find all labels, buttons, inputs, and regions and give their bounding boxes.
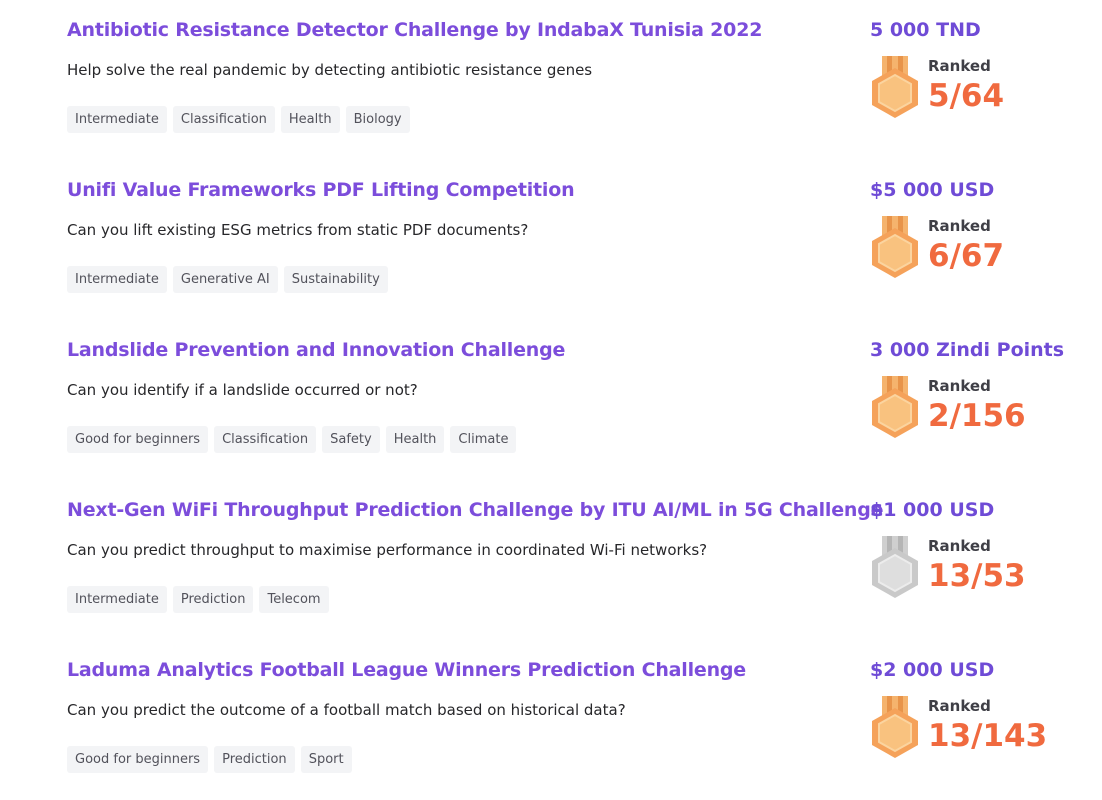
tag-chip[interactable]: Sport xyxy=(300,746,352,773)
rank-value: 13/143 xyxy=(928,718,1048,754)
prize-amount: 5 000 TND xyxy=(870,19,981,41)
bronze-medal-icon xyxy=(870,376,920,438)
ranked-label: Ranked xyxy=(928,217,991,235)
competition-card[interactable]: Laduma Analytics Football League Winners… xyxy=(0,640,1102,800)
competition-description: Can you lift existing ESG metrics from s… xyxy=(67,221,529,239)
tag-list: Good for beginners Prediction Sport xyxy=(67,746,352,773)
tag-list: Intermediate Generative AI Sustainability xyxy=(67,266,388,293)
tag-chip[interactable]: Intermediate xyxy=(67,106,167,133)
tag-chip[interactable]: Biology xyxy=(345,106,410,133)
bronze-medal-icon xyxy=(870,56,920,118)
competition-description: Can you predict throughput to maximise p… xyxy=(67,541,708,559)
prize-amount: 3 000 Zindi Points xyxy=(870,339,1065,361)
tag-chip[interactable]: Prediction xyxy=(172,586,254,613)
ranked-label: Ranked xyxy=(928,377,991,395)
tag-chip[interactable]: Prediction xyxy=(214,746,295,773)
ranked-label: Ranked xyxy=(928,537,991,555)
tag-chip[interactable]: Climate xyxy=(450,426,517,453)
tag-chip[interactable]: Generative AI xyxy=(172,266,278,293)
competition-card[interactable]: Landslide Prevention and Innovation Chal… xyxy=(0,320,1102,480)
tag-chip[interactable]: Intermediate xyxy=(67,266,167,293)
tag-list: Intermediate Prediction Telecom xyxy=(67,586,329,613)
competition-description: Can you identify if a landslide occurred… xyxy=(67,381,418,399)
competition-title-link[interactable]: Next-Gen WiFi Throughput Prediction Chal… xyxy=(67,496,883,524)
tag-chip[interactable]: Classification xyxy=(172,106,275,133)
rank-value: 13/53 xyxy=(928,558,1026,594)
prize-amount: $1 000 USD xyxy=(870,499,995,521)
competition-card[interactable]: Antibiotic Resistance Detector Challenge… xyxy=(0,0,1102,160)
tag-chip[interactable]: Classification xyxy=(214,426,317,453)
competition-title-link[interactable]: Unifi Value Frameworks PDF Lifting Compe… xyxy=(67,176,575,204)
ranked-label: Ranked xyxy=(928,697,991,715)
ranked-label: Ranked xyxy=(928,57,991,75)
bronze-medal-icon xyxy=(870,696,920,758)
tag-chip[interactable]: Good for beginners xyxy=(67,746,209,773)
competition-list: Antibiotic Resistance Detector Challenge… xyxy=(0,0,1102,800)
tag-chip[interactable]: Safety xyxy=(322,426,380,453)
competition-title-link[interactable]: Laduma Analytics Football League Winners… xyxy=(67,656,746,684)
prize-amount: $5 000 USD xyxy=(870,179,995,201)
tag-chip[interactable]: Health xyxy=(280,106,340,133)
tag-chip[interactable]: Telecom xyxy=(259,586,329,613)
tag-chip[interactable]: Sustainability xyxy=(283,266,388,293)
tag-list: Intermediate Classification Health Biology xyxy=(67,106,410,133)
tag-chip[interactable]: Health xyxy=(385,426,445,453)
rank-value: 2/156 xyxy=(928,398,1026,434)
competition-description: Help solve the real pandemic by detectin… xyxy=(67,61,593,79)
competition-card[interactable]: Unifi Value Frameworks PDF Lifting Compe… xyxy=(0,160,1102,320)
prize-amount: $2 000 USD xyxy=(870,659,995,681)
competition-card[interactable]: Next-Gen WiFi Throughput Prediction Chal… xyxy=(0,480,1102,640)
silver-medal-icon xyxy=(870,536,920,598)
tag-list: Good for beginners Classification Safety He… xyxy=(67,426,517,453)
competition-description: Can you predict the outcome of a footbal… xyxy=(67,701,626,719)
competition-title-link[interactable]: Antibiotic Resistance Detector Challenge… xyxy=(67,16,762,44)
tag-chip[interactable]: Good for beginners xyxy=(67,426,209,453)
bronze-medal-icon xyxy=(870,216,920,278)
competition-title-link[interactable]: Landslide Prevention and Innovation Chal… xyxy=(67,336,565,364)
rank-value: 5/64 xyxy=(928,78,1005,114)
tag-chip[interactable]: Intermediate xyxy=(67,586,167,613)
rank-value: 6/67 xyxy=(928,238,1005,274)
